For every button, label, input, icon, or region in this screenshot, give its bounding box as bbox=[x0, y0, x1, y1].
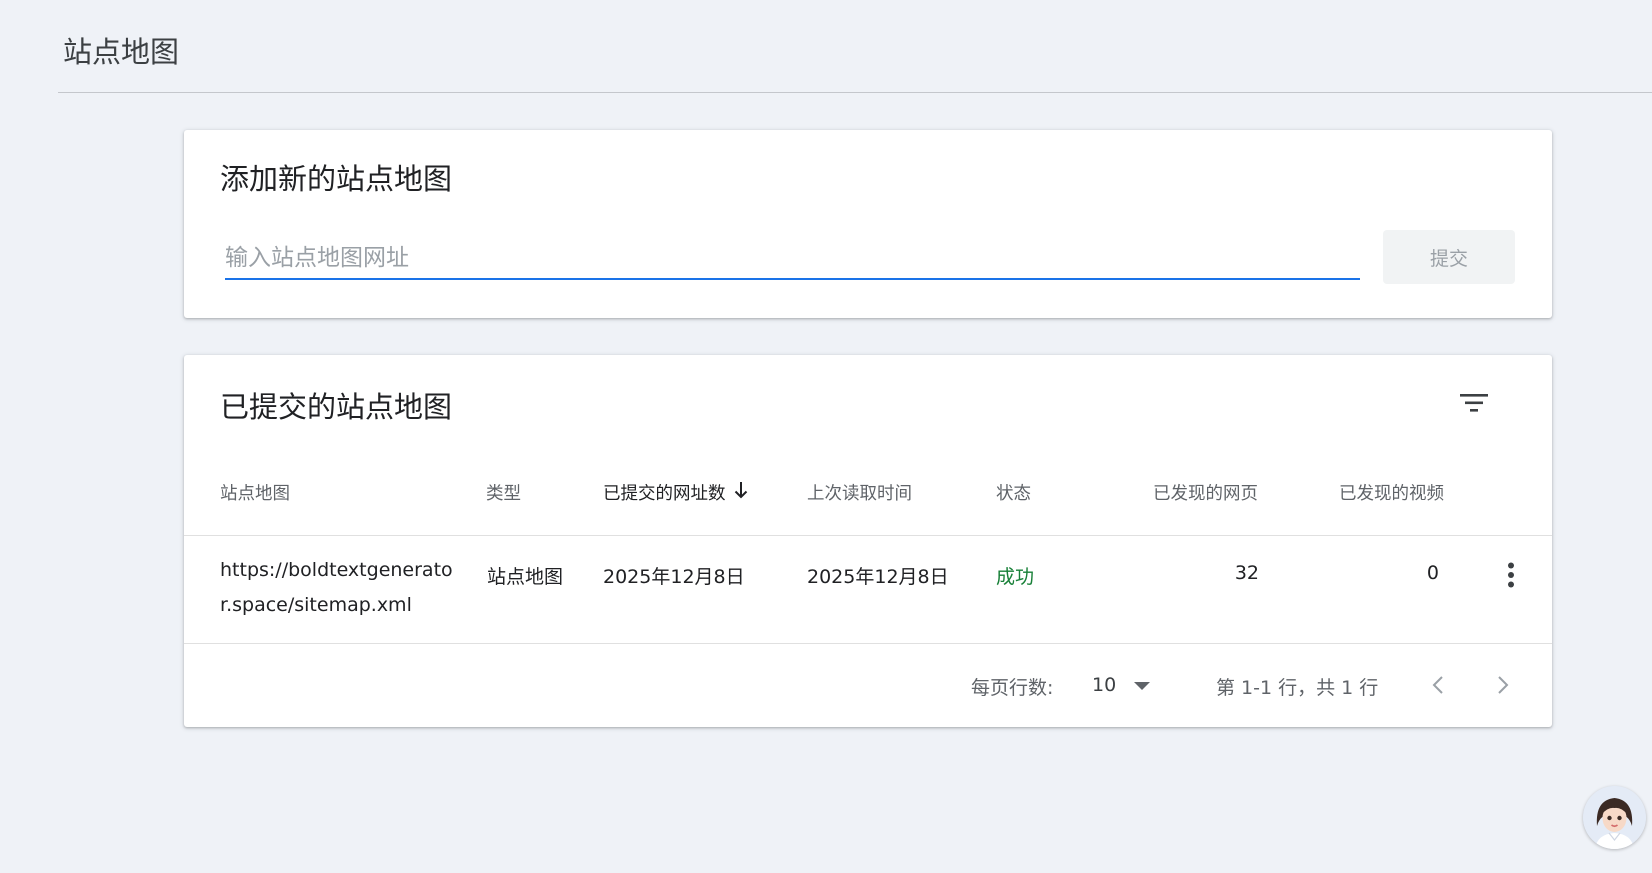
type-cell: 站点地图 bbox=[487, 566, 564, 588]
chevron-left-icon[interactable] bbox=[1420, 666, 1456, 704]
pagination-bar: 每页行数: 10 第 1-1 行，共 1 行 bbox=[184, 644, 1552, 727]
column-header-sitemap[interactable]: 站点地图 bbox=[220, 480, 290, 505]
status-cell: 成功 bbox=[996, 566, 1035, 588]
filter-icon[interactable] bbox=[1454, 383, 1494, 423]
submitted-date-cell: 2025年12月8日 bbox=[603, 566, 745, 588]
add-sitemap-card: 添加新的站点地图 提交 bbox=[184, 130, 1552, 318]
rows-per-page-label: 每页行数: bbox=[971, 677, 1054, 699]
discovered-pages-cell: 32 bbox=[1234, 562, 1259, 584]
chevron-right-icon[interactable] bbox=[1485, 666, 1521, 704]
column-header-last-read[interactable]: 上次读取时间 bbox=[807, 480, 912, 505]
column-header-discovered-pages[interactable]: 已发现的网页 bbox=[1153, 480, 1258, 505]
column-header-status[interactable]: 状态 bbox=[996, 480, 1031, 505]
rows-per-page-value: 10 bbox=[1092, 674, 1117, 696]
column-header-discovered-videos[interactable]: 已发现的视频 bbox=[1339, 480, 1444, 505]
page-title: 站点地图 bbox=[63, 35, 180, 69]
sitemap-url-input[interactable] bbox=[225, 238, 1360, 278]
rows-per-page-select[interactable]: 10 bbox=[1092, 666, 1160, 704]
sitemap-url-cell: https://boldtextgenerator.space/sitemap.… bbox=[220, 559, 453, 616]
table-row[interactable]: https://boldtextgenerator.space/sitemap.… bbox=[184, 536, 1552, 643]
dropdown-arrow-icon bbox=[1134, 674, 1151, 696]
more-vert-icon[interactable] bbox=[1494, 558, 1528, 592]
submitted-sitemaps-card: 已提交的站点地图 站点地图 类型 已提交的网址数 上次读取时间 状态 已发现的网… bbox=[184, 355, 1552, 727]
last-read-cell: 2025年12月8日 bbox=[807, 566, 949, 588]
avatar-icon[interactable] bbox=[1583, 786, 1646, 849]
pagination-range: 第 1-1 行，共 1 行 bbox=[1216, 677, 1379, 699]
discovered-videos-cell: 0 bbox=[1426, 562, 1439, 584]
column-header-submitted-label: 已提交的网址数 bbox=[603, 484, 726, 504]
page-header: 站点地图 bbox=[58, 0, 1652, 93]
column-header-type[interactable]: 类型 bbox=[486, 480, 521, 505]
column-header-submitted[interactable]: 已提交的网址数 bbox=[603, 480, 748, 505]
submitted-sitemaps-title: 已提交的站点地图 bbox=[220, 390, 453, 424]
sitemap-url-field bbox=[225, 238, 1360, 280]
add-sitemap-title: 添加新的站点地图 bbox=[220, 162, 453, 196]
submit-button[interactable]: 提交 bbox=[1383, 230, 1515, 284]
sort-down-arrow-icon bbox=[734, 481, 748, 504]
